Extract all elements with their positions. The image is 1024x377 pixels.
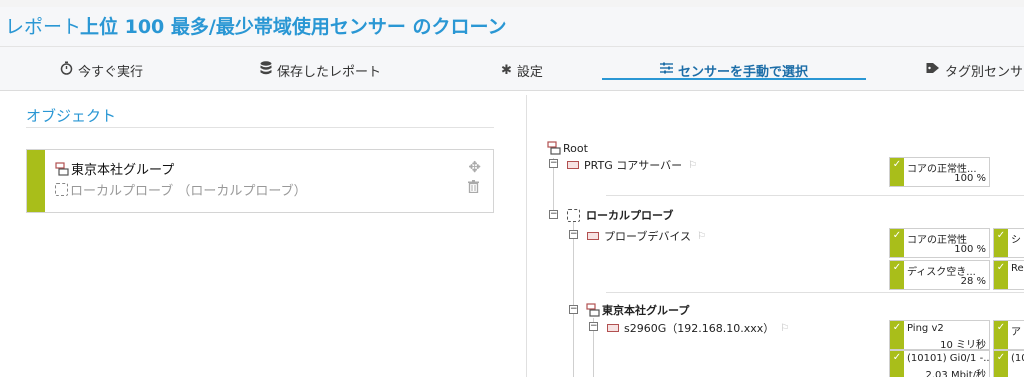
- stopwatch-icon: [60, 61, 73, 79]
- tab-settings[interactable]: ✱ 設定: [501, 60, 543, 80]
- tree-separator: [606, 292, 1024, 293]
- tab-manual-sensor-select[interactable]: センサーを手動で選択: [660, 60, 808, 80]
- check-icon: ✓: [994, 351, 1008, 377]
- collapse-toggle[interactable]: −: [549, 210, 558, 219]
- tree-separator: [606, 195, 1024, 196]
- tab-label: 保存したレポート: [277, 64, 382, 80]
- sensor-name: (10: [1011, 353, 1024, 364]
- sensor-value: 2.03 Mbit/秒: [925, 370, 987, 377]
- sensor-name: Rea: [1011, 263, 1024, 274]
- tree-probe-label: ローカルプローブ: [586, 209, 674, 222]
- group-icon: [55, 161, 69, 176]
- sensor-tile[interactable]: ✓ コアの正常性... 100 %: [889, 157, 990, 187]
- check-icon: ✓: [890, 321, 904, 349]
- tab-run-now[interactable]: 今すぐ実行: [60, 60, 143, 80]
- check-icon: ✓: [890, 261, 904, 289]
- tree-device-label: PRTG コアサーバー: [584, 159, 683, 172]
- page-title: 上位 100 最多/最少帯域使用センサー のクローン: [80, 16, 507, 38]
- tab-sensors-by-tag[interactable]: タグ別センサ: [926, 60, 1023, 80]
- page-title-prefix: レポート: [5, 16, 82, 38]
- tab-label: 設定: [516, 64, 543, 80]
- sensor-tile[interactable]: ✓ Rea: [993, 260, 1024, 290]
- device-icon: [587, 232, 599, 240]
- check-icon: ✓: [994, 261, 1008, 289]
- tree-local-probe[interactable]: ローカルプローブ: [567, 207, 673, 223]
- title-bar: レポート 上位 100 最多/最少帯域使用センサー のクローン: [0, 7, 1024, 47]
- sensor-tile[interactable]: ✓ コアの正常性 100 %: [889, 228, 990, 258]
- check-icon: ✓: [994, 321, 1008, 349]
- sensor-name: ア: [1011, 327, 1021, 338]
- sensor-value: 100 %: [954, 173, 986, 184]
- active-tab-indicator: [602, 78, 866, 80]
- object-label: ローカルプローブ （ローカルプローブ）: [70, 184, 307, 199]
- tree-device-switch[interactable]: s2960G（192.168.10.xxx） ⚐: [607, 320, 789, 336]
- object-group-row[interactable]: 東京本社グループ: [55, 159, 174, 178]
- collapse-toggle[interactable]: −: [569, 230, 578, 239]
- collapse-toggle[interactable]: −: [589, 322, 598, 331]
- sensor-tile[interactable]: ✓ (10101) Gi0/1 -... 2.03 Mbit/秒: [889, 350, 990, 377]
- sensor-name: Ping v2: [907, 323, 944, 334]
- tab-saved-reports[interactable]: 保存したレポート: [260, 60, 381, 80]
- object-label: 東京本社グループ: [71, 163, 175, 178]
- sensor-name: シ: [1011, 235, 1021, 246]
- sensor-value: 10 ミリ秒: [940, 340, 986, 350]
- tab-label: 今すぐ実行: [78, 64, 144, 80]
- sensor-tile[interactable]: ✓ ア: [993, 320, 1024, 350]
- check-icon: ✓: [994, 229, 1008, 257]
- panel-divider: [526, 95, 527, 377]
- group-icon: [547, 141, 561, 155]
- device-icon: [567, 161, 579, 169]
- tree-device-core[interactable]: PRTG コアサーバー ⚐: [567, 157, 697, 173]
- gear-icon: ✱: [501, 62, 512, 78]
- probe-icon: [55, 183, 68, 196]
- status-bar: [27, 150, 45, 212]
- tree-line: [573, 222, 574, 377]
- collapse-toggle[interactable]: −: [569, 305, 578, 314]
- objects-panel: [8, 95, 516, 377]
- sensor-value: 28 %: [960, 276, 986, 287]
- move-icon[interactable]: ✥: [468, 158, 481, 176]
- selected-object-card[interactable]: 東京本社グループ ローカルプローブ （ローカルプローブ） ✥: [26, 149, 494, 213]
- tab-bar: 今すぐ実行 保存したレポート ✱ 設定 センサーを手動で選択 タグ別センサ: [0, 47, 1024, 91]
- check-icon: ✓: [890, 351, 904, 377]
- tree-device-probe[interactable]: プローブデバイス ⚐: [587, 228, 706, 244]
- flag-icon[interactable]: ⚐: [688, 160, 697, 171]
- group-icon: [586, 303, 600, 317]
- tab-label: センサーを手動で選択: [678, 64, 809, 80]
- tree-device-label: s2960G（192.168.10.xxx）: [624, 322, 775, 335]
- flag-icon[interactable]: ⚐: [697, 231, 706, 242]
- check-icon: ✓: [890, 229, 904, 257]
- tree-root[interactable]: Root: [547, 141, 588, 155]
- probe-icon: [567, 208, 580, 222]
- tab-label: タグ別センサ: [945, 64, 1024, 80]
- tree-group-tokyo[interactable]: 東京本社グループ: [586, 302, 689, 318]
- tag-icon: [926, 62, 940, 78]
- sensor-tile[interactable]: ✓ (10: [993, 350, 1024, 377]
- sensor-name: (10101) Gi0/1 -...: [907, 353, 990, 364]
- sensor-value: 100 %: [954, 244, 986, 255]
- database-icon: [260, 61, 272, 79]
- objects-section-title: オブジェクト: [26, 107, 117, 125]
- tree-device-label: プローブデバイス: [604, 230, 692, 243]
- check-icon: ✓: [890, 158, 904, 186]
- trash-icon[interactable]: [468, 180, 479, 193]
- flag-icon[interactable]: ⚐: [780, 323, 789, 334]
- cropped-breadcrumb-strip: [0, 0, 1024, 7]
- collapse-toggle[interactable]: −: [549, 159, 558, 168]
- sensor-tile[interactable]: ✓ ディスク空き... 28 %: [889, 260, 990, 290]
- sensor-tile[interactable]: ✓ シ: [993, 228, 1024, 258]
- sliders-icon: [660, 62, 673, 78]
- tree-root-label: Root: [563, 141, 588, 155]
- sensor-tile[interactable]: ✓ Ping v2 10 ミリ秒: [889, 320, 990, 350]
- tree-group-label: 東京本社グループ: [602, 304, 690, 317]
- device-icon: [607, 324, 619, 332]
- section-divider: [26, 127, 494, 128]
- object-probe-row[interactable]: ローカルプローブ （ローカルプローブ）: [55, 180, 307, 199]
